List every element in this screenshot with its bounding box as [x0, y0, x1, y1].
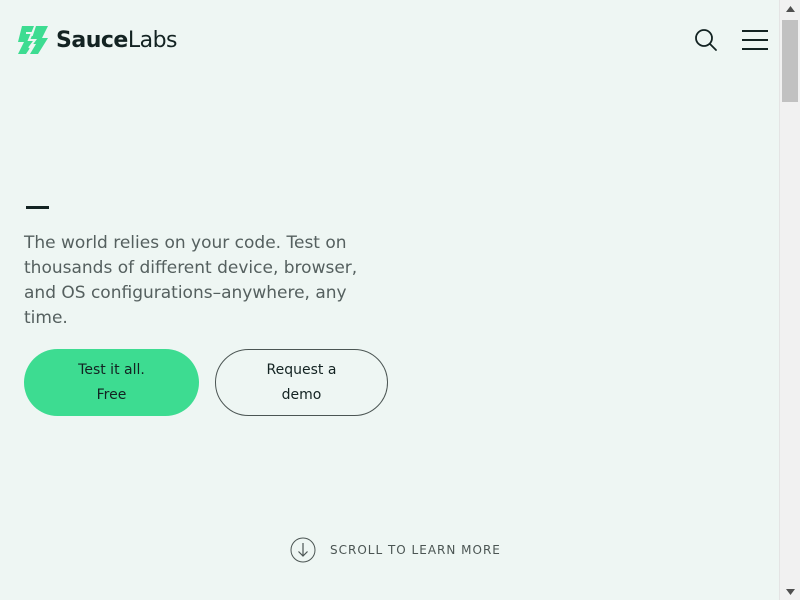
logo-wordmark-bold: Sauce: [56, 27, 128, 53]
scroll-up-arrow-icon[interactable]: [780, 0, 800, 17]
saucelabs-bolt-icon: [18, 26, 48, 54]
logo-wordmark: SauceLabs: [56, 27, 178, 53]
request-demo-button[interactable]: Request a demo: [215, 349, 388, 416]
scroll-down-arrow-icon[interactable]: [780, 583, 800, 600]
hero-accent-dash: [26, 206, 49, 209]
hamburger-menu-icon[interactable]: [742, 29, 768, 51]
scroll-label: SCROLL TO LEARN MORE: [330, 543, 501, 557]
logo-wordmark-light: Labs: [127, 27, 178, 53]
scroll-to-learn-more[interactable]: SCROLL TO LEARN MORE: [290, 537, 501, 563]
vertical-scrollbar[interactable]: [779, 0, 800, 600]
hero-tagline: The world relies on your code. Test on t…: [24, 233, 358, 328]
scrollbar-thumb[interactable]: [782, 20, 798, 102]
free-trial-button[interactable]: Test it all. Free: [24, 349, 199, 416]
saucelabs-logo[interactable]: SauceLabs: [16, 24, 178, 56]
search-icon[interactable]: [694, 28, 718, 52]
arrow-down-circle-icon: [290, 537, 316, 563]
site-header: SauceLabs: [0, 0, 780, 80]
